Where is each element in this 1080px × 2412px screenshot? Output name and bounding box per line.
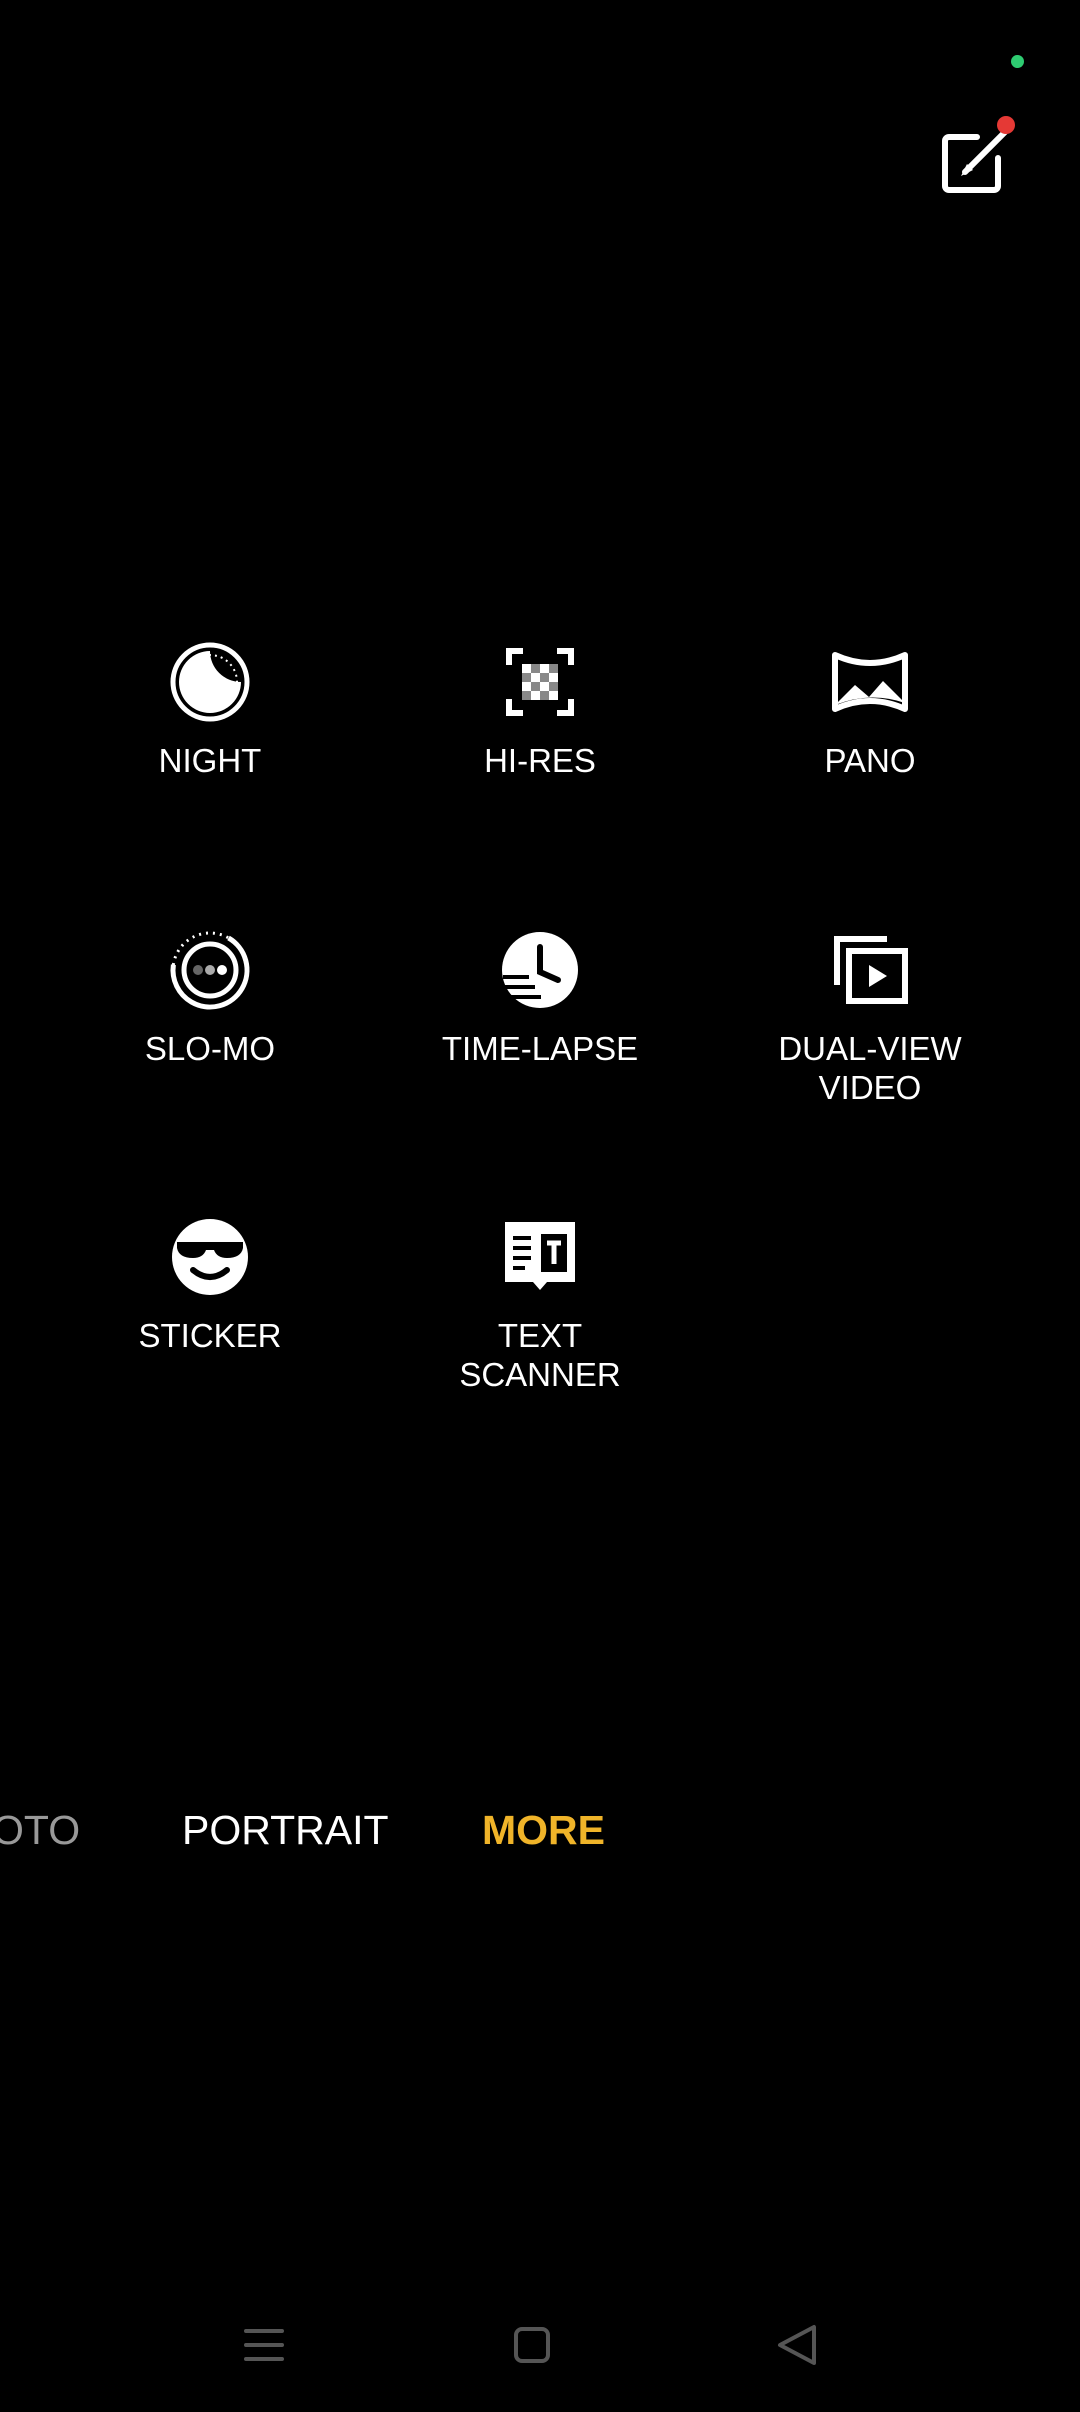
mode-pano[interactable]: PANO (720, 637, 1020, 780)
text-scanner-icon (505, 1222, 575, 1290)
mode-tabs: OTO PORTRAIT MORE (0, 1795, 1080, 1865)
mode-label: PANO (824, 742, 916, 779)
mode-hi-res[interactable]: HI-RES (390, 637, 690, 780)
tab-photo[interactable]: OTO (0, 1795, 80, 1865)
mode-label: NIGHT (158, 742, 262, 779)
mode-sticker[interactable]: STICKER (60, 1212, 360, 1355)
tab-more[interactable]: MORE (482, 1795, 605, 1865)
time-lapse-icon (502, 932, 578, 1008)
edit-modes-button[interactable] (935, 112, 1025, 202)
recent-apps-button[interactable] (234, 2315, 294, 2375)
back-icon (778, 2325, 816, 2365)
mode-label: TIME-LAPSE (441, 1030, 639, 1067)
dual-view-video-icon (834, 936, 908, 1004)
mode-slo-mo[interactable]: SLO-MO (60, 925, 360, 1068)
mode-label: TEXT SCANNER (459, 1317, 621, 1393)
mode-dual-view-video[interactable]: DUAL-VIEW VIDEO (720, 925, 1020, 1107)
home-button[interactable] (502, 2315, 562, 2375)
sticker-icon (172, 1219, 248, 1295)
notification-badge (997, 116, 1015, 134)
mode-time-lapse[interactable]: TIME-LAPSE (390, 925, 690, 1068)
tab-portrait[interactable]: PORTRAIT (182, 1795, 389, 1865)
hi-res-icon (506, 648, 574, 716)
menu-icon (244, 2329, 284, 2361)
mode-text-scanner[interactable]: TEXT SCANNER (390, 1212, 690, 1394)
status-indicator-dot (1011, 55, 1024, 68)
slo-mo-icon (170, 930, 250, 1010)
mode-label: STICKER (138, 1317, 282, 1354)
home-icon (514, 2327, 550, 2363)
back-button[interactable] (768, 2315, 828, 2375)
mode-label: HI-RES (484, 742, 596, 779)
mode-label: DUAL-VIEW VIDEO (778, 1030, 962, 1106)
navigation-bar (0, 2300, 1080, 2390)
night-icon (170, 642, 250, 722)
pano-icon (832, 652, 908, 712)
mode-night[interactable]: NIGHT (60, 637, 360, 780)
mode-label: SLO-MO (144, 1030, 276, 1067)
